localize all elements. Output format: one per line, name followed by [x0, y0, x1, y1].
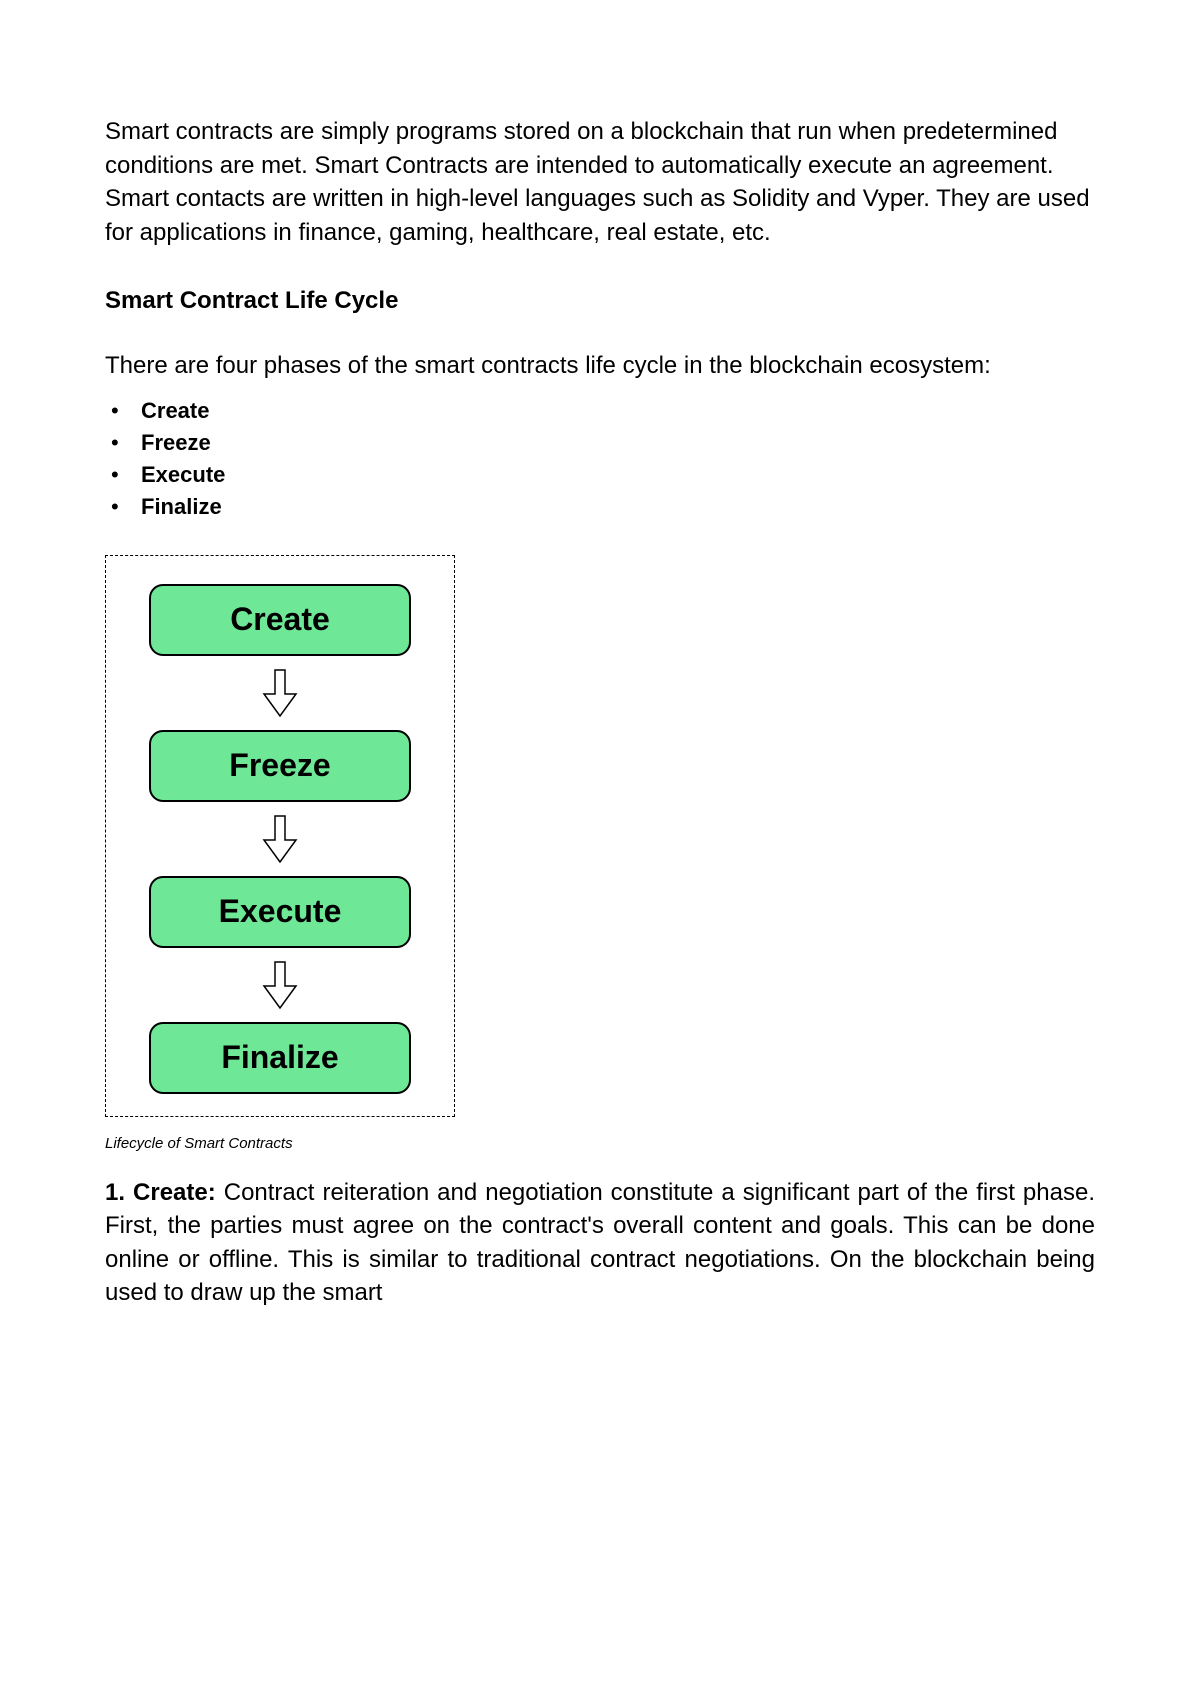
create-label: 1. Create:	[105, 1179, 224, 1206]
stage-create: Create	[149, 584, 411, 656]
list-item: Freeze	[105, 427, 1095, 459]
create-body: Contract reiteration and negotiation con…	[105, 1179, 1095, 1307]
stage-freeze: Freeze	[149, 730, 411, 802]
list-item: Finalize	[105, 491, 1095, 523]
phases-intro: There are four phases of the smart contr…	[105, 349, 1095, 383]
stage-finalize: Finalize	[149, 1022, 411, 1094]
section-heading: Smart Contract Life Cycle	[105, 287, 1095, 315]
arrow-down-icon	[262, 656, 298, 730]
create-description: 1. Create: Contract reiteration and nego…	[105, 1176, 1095, 1310]
intro-paragraph: Smart contracts are simply programs stor…	[105, 115, 1095, 249]
stage-execute: Execute	[149, 876, 411, 948]
arrow-down-icon	[262, 948, 298, 1022]
arrow-down-icon	[262, 802, 298, 876]
list-item: Create	[105, 395, 1095, 427]
phases-list: Create Freeze Execute Finalize	[105, 395, 1095, 523]
diagram-caption: Lifecycle of Smart Contracts	[105, 1135, 1095, 1152]
list-item: Execute	[105, 459, 1095, 491]
lifecycle-diagram: Create Freeze Execute Finalize	[105, 555, 455, 1117]
